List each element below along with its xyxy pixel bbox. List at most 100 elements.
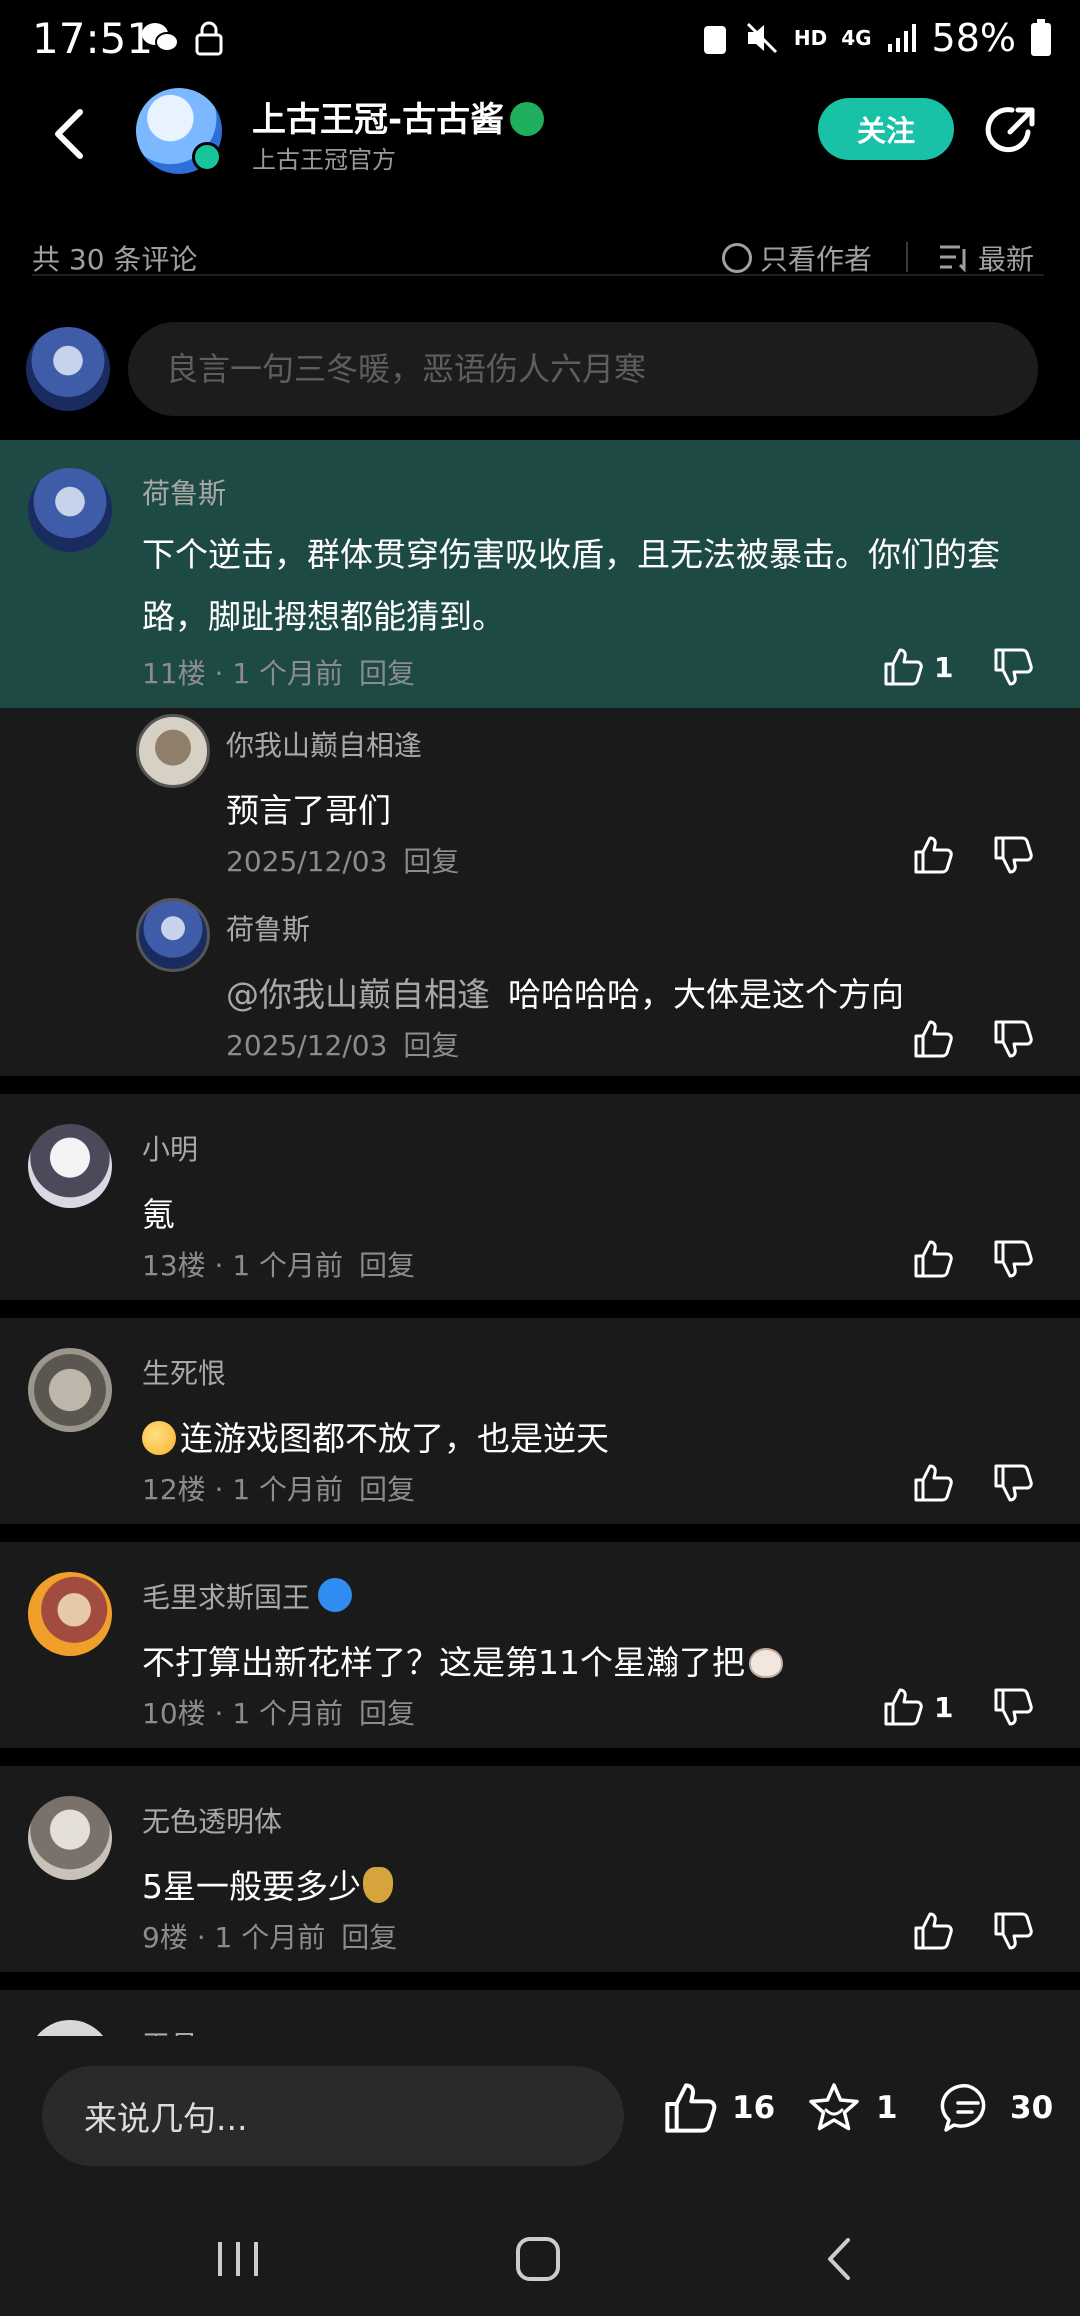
dislike-button[interactable] bbox=[992, 1910, 1034, 1956]
thumb-down-icon bbox=[994, 1912, 1033, 1950]
comment-floor-time: 9楼 · 1 个月前 bbox=[142, 1921, 326, 1954]
battery-percent: 58% bbox=[931, 16, 1016, 60]
commenter-name[interactable]: 荷鲁斯 bbox=[142, 472, 226, 512]
commenter-avatar[interactable] bbox=[28, 1124, 112, 1208]
like-button[interactable] bbox=[912, 1238, 954, 1284]
commenter-avatar[interactable] bbox=[28, 468, 112, 552]
reply-text: @你我山巅自相逢 哈哈哈哈，大体是这个方向 bbox=[226, 968, 904, 1016]
like-button[interactable] bbox=[912, 1462, 954, 1508]
commenter-name[interactable]: 王月 bbox=[142, 2024, 198, 2036]
radio-icon bbox=[722, 243, 752, 273]
say-something-input[interactable]: 来说几句... bbox=[42, 2066, 624, 2166]
comments-meta-row: 共 30 条评论 只看作者 最新 bbox=[0, 230, 1080, 284]
comment-item[interactable]: 生死恨 连游戏图都不放了，也是逆天 12楼 · 1 个月前 回复 bbox=[0, 1318, 1080, 1524]
thumb-up-icon bbox=[884, 1688, 923, 1726]
like-button[interactable]: 1 bbox=[882, 1686, 953, 1728]
reply-meta: 2025/12/03 回复 bbox=[226, 840, 459, 880]
comments-button[interactable]: 30 bbox=[940, 2080, 1053, 2136]
thumb-up-icon bbox=[914, 1240, 953, 1278]
comment-text-body: 连游戏图都不放了，也是逆天 bbox=[180, 1419, 609, 1458]
comment-input[interactable] bbox=[128, 322, 1038, 416]
thumb-up-icon bbox=[665, 2083, 717, 2133]
replier-avatar[interactable] bbox=[136, 898, 210, 972]
comment-item[interactable]: 毛里求斯国王 不打算出新花样了？这是第11个星瀚了把 10楼 · 1 个月前 回复… bbox=[0, 1542, 1080, 1748]
follow-button[interactable]: 关注 bbox=[818, 98, 954, 160]
comment-item[interactable]: 荷鲁斯 下个逆击，群体贯穿伤害吸收盾，且无法被暴击。你们的套路，脚趾拇想都能猜到… bbox=[0, 440, 1080, 708]
thumb-up-icon bbox=[914, 836, 953, 874]
comment-meta: 12楼 · 1 个月前 回复 bbox=[142, 1468, 415, 1508]
nav-back-icon[interactable] bbox=[810, 2234, 870, 2284]
like-button[interactable] bbox=[912, 1910, 954, 1956]
comment-meta: 10楼 · 1 个月前 回复 bbox=[142, 1692, 415, 1732]
mention-link[interactable]: @你我山巅自相逢 bbox=[226, 975, 490, 1014]
meta-separator bbox=[906, 242, 908, 272]
reply-button[interactable]: 回复 bbox=[359, 1697, 415, 1730]
star-icon bbox=[809, 2083, 859, 2131]
commenter-avatar[interactable] bbox=[28, 1796, 112, 1880]
comment-item-partial[interactable]: 王月 bbox=[0, 1990, 1080, 2036]
like-count: 1 bbox=[934, 1690, 954, 1724]
dislike-button[interactable] bbox=[992, 1462, 1034, 1508]
commenter-avatar[interactable] bbox=[28, 1572, 112, 1656]
dislike-button[interactable] bbox=[992, 1018, 1034, 1064]
comment-item[interactable]: 无色透明体 5星一般要多少 9楼 · 1 个月前 回复 bbox=[0, 1766, 1080, 1972]
dislike-button[interactable] bbox=[992, 834, 1034, 880]
mute-icon bbox=[746, 22, 777, 54]
reply-button[interactable]: 回复 bbox=[359, 1473, 415, 1506]
reply-button[interactable]: 回复 bbox=[359, 657, 415, 690]
network-label: 4G bbox=[841, 26, 872, 50]
reply-text-body: 哈哈哈哈，大体是这个方向 bbox=[508, 975, 904, 1014]
like-button[interactable]: 1 bbox=[882, 646, 953, 688]
status-left-icons bbox=[140, 20, 224, 56]
replier-avatar[interactable] bbox=[136, 714, 210, 788]
reply-button[interactable]: 回复 bbox=[403, 1029, 459, 1062]
verified-icon bbox=[192, 142, 222, 172]
dislike-button[interactable] bbox=[992, 646, 1034, 692]
post-header: 上古王冠-古古酱 上古王冠官方 关注 bbox=[0, 80, 1080, 276]
replier-name[interactable]: 你我山巅自相逢 bbox=[226, 724, 422, 764]
comment-text: 不打算出新花样了？这是第11个星瀚了把 bbox=[142, 1632, 1042, 1694]
only-author-toggle[interactable]: 只看作者 bbox=[722, 238, 872, 278]
comment-text-body: 5星一般要多少 bbox=[142, 1867, 361, 1906]
comment-item[interactable]: 小明 氪 13楼 · 1 个月前 回复 bbox=[0, 1094, 1080, 1300]
battery-icon bbox=[1031, 19, 1051, 56]
hd-label: HD bbox=[793, 26, 828, 50]
signal-icon bbox=[887, 24, 916, 52]
sort-label: 最新 bbox=[978, 243, 1035, 276]
thumb-up-icon bbox=[914, 1464, 953, 1502]
author-name[interactable]: 上古王冠-古古酱 bbox=[252, 92, 545, 141]
thumb-down-icon bbox=[994, 1020, 1033, 1058]
commenter-name[interactable]: 生死恨 bbox=[142, 1352, 226, 1392]
like-button[interactable] bbox=[912, 1018, 954, 1064]
commenter-name-text: 毛里求斯国王 bbox=[142, 1581, 311, 1614]
favorite-button[interactable]: 1 bbox=[806, 2080, 898, 2136]
commenter-avatar[interactable] bbox=[28, 1348, 112, 1432]
favorite-count: 1 bbox=[876, 2090, 898, 2126]
system-nav-bar bbox=[0, 2204, 1080, 2316]
home-icon[interactable] bbox=[508, 2234, 568, 2284]
sort-icon bbox=[940, 245, 966, 273]
comment-count: 共 30 条评论 bbox=[32, 243, 198, 276]
commenter-avatar[interactable] bbox=[28, 2020, 112, 2036]
commenter-name[interactable]: 小明 bbox=[142, 1128, 198, 1168]
comment-text: 连游戏图都不放了，也是逆天 bbox=[142, 1408, 1042, 1470]
comment-meta: 11楼 · 1 个月前 回复 bbox=[142, 652, 415, 692]
status-time: 17:51 bbox=[32, 14, 154, 63]
reply-button[interactable]: 回复 bbox=[403, 845, 459, 878]
reply-button[interactable]: 回复 bbox=[359, 1249, 415, 1282]
sort-button[interactable]: 最新 bbox=[938, 238, 1034, 278]
recent-apps-icon[interactable] bbox=[208, 2234, 268, 2284]
share-icon[interactable] bbox=[984, 102, 1040, 158]
reply-button[interactable]: 回复 bbox=[341, 1921, 397, 1954]
reply-date: 2025/12/03 bbox=[226, 1029, 388, 1062]
commenter-name[interactable]: 无色透明体 bbox=[142, 1800, 282, 1840]
dislike-button[interactable] bbox=[992, 1686, 1034, 1732]
comment-total: 30 bbox=[1010, 2090, 1054, 2126]
commenter-name[interactable]: 毛里求斯国王 bbox=[142, 1576, 353, 1616]
post-like-button[interactable]: 16 bbox=[662, 2080, 775, 2136]
back-arrow-icon[interactable] bbox=[48, 104, 92, 164]
dislike-button[interactable] bbox=[992, 1238, 1034, 1284]
thumb-down-icon bbox=[994, 836, 1033, 874]
replier-name[interactable]: 荷鲁斯 bbox=[226, 908, 310, 948]
like-button[interactable] bbox=[912, 834, 954, 880]
